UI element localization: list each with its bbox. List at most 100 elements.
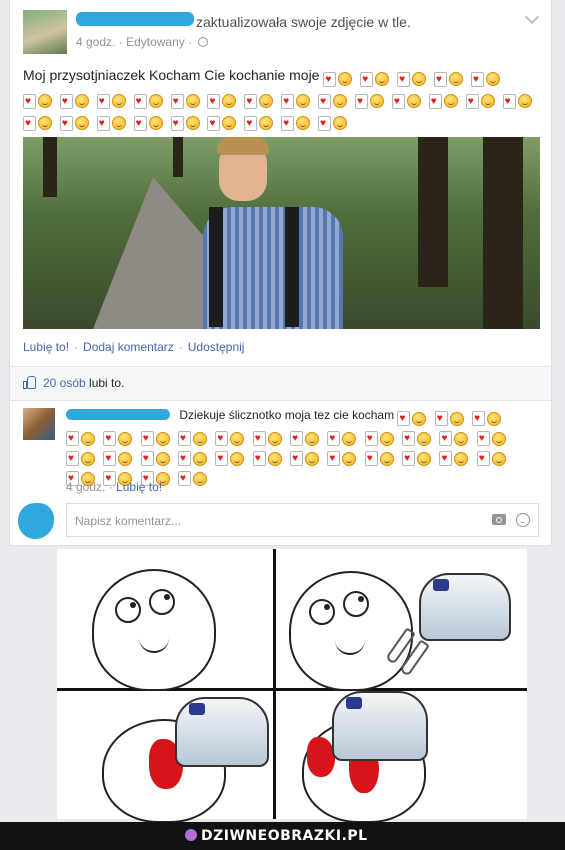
smile-emoticon [193,431,208,446]
smile-emoticon [155,431,170,446]
comment-input[interactable] [73,505,457,537]
smile-emoticon [379,431,394,446]
smile-emoticon [305,451,320,466]
site-brand[interactable]: DZIWNEOBRAZKI.PL [185,828,368,844]
smile-emoticon [417,431,432,446]
photo-tree [43,137,57,197]
heart-smile-emoticon [215,430,245,447]
redacted-author-name [76,12,194,26]
author-avatar[interactable] [23,10,67,54]
emoji-icon[interactable] [516,513,530,527]
heart-emoticon [96,115,110,131]
heart-emoticon [364,451,378,467]
heart-smile-emoticon [476,450,506,467]
smile-emoticon [38,94,52,109]
heart-smile-emoticon [252,450,282,467]
cover-photo[interactable] [23,137,540,329]
heart-emoticon [281,115,295,131]
smile-emoticon [417,451,432,466]
heart-smile-emoticon [178,430,208,447]
heart-smile-emoticon [364,450,394,467]
heart-smile-emoticon [397,410,427,427]
like-link[interactable]: Lubię to! [23,340,69,354]
post-actions: Lubię to! · Dodaj komentarz · Udostępnij [23,340,244,354]
share-link[interactable]: Udostępnij [188,340,245,354]
heart-emoticon [502,93,516,109]
heart-emoticon [133,93,147,109]
comment-like-link[interactable]: Lubię to! [116,480,162,494]
comment-time[interactable]: 4 godz. [66,480,105,494]
smile-emoticon [375,72,390,87]
heart-smile-emoticon [23,91,52,110]
edited-label[interactable]: Edytowany [126,35,185,49]
heart-emoticon [476,451,490,467]
heart-smile-emoticon [397,69,427,88]
heart-smile-emoticon [281,91,311,110]
heart-smile-emoticon [66,450,95,467]
heart-smile-emoticon [252,430,282,447]
heart-smile-emoticon [364,430,394,447]
smile-emoticon [148,94,163,109]
meta-separator: · [188,35,193,49]
post-status: Moj przysotjniaczek Kocham Cie kochanie … [23,66,538,132]
smile-emoticon [267,451,282,466]
heart-emoticon [244,115,258,131]
heart-smile-emoticon [207,113,237,132]
smile-emoticon [412,411,427,426]
likes-count-link[interactable]: 20 osób [43,376,86,390]
camera-icon[interactable] [492,514,506,525]
meta-separator: · [118,35,123,49]
photo-backpack-strap [285,207,299,327]
brand-logo-icon [185,829,197,841]
comment-composer[interactable] [66,503,539,537]
heart-emoticon [178,451,192,467]
heart-emoticon [360,71,374,87]
smile-emoticon [259,94,274,109]
heart-smile-emoticon [402,450,432,467]
heart-smile-emoticon [140,450,170,467]
photo-backpack-strap [209,207,223,327]
smile-emoticon [338,72,353,87]
heart-smile-emoticon [103,430,133,447]
thumbs-up-icon [23,376,37,389]
comment-text: Dziekuje ślicznotko moja tez cie kocham [179,408,395,422]
heart-smile-emoticon [96,113,126,132]
heart-emoticon [434,411,448,427]
heart-smile-emoticon [140,430,170,447]
add-comment-link[interactable]: Dodaj komentarz [83,340,174,354]
heart-emoticon [290,431,304,447]
heart-emoticon [140,451,154,467]
heart-emoticon [207,93,221,109]
heart-emoticon [215,431,229,447]
heart-smile-emoticon [476,430,506,447]
heart-smile-emoticon [178,470,208,487]
heart-emoticon [402,451,416,467]
heart-smile-emoticon [244,113,274,132]
heart-emoticon [244,93,258,109]
smile-emoticon [118,431,133,446]
commenter-avatar[interactable] [23,408,55,440]
smile-emoticon [480,94,495,109]
site-footer: DZIWNEOBRAZKI.PL [0,822,565,850]
smile-emoticon [230,431,245,446]
smile-emoticon [449,72,464,87]
chevron-down-icon[interactable] [524,9,540,25]
heart-emoticon [103,451,117,467]
smile-emoticon [74,94,89,109]
post-time[interactable]: 4 godz. [76,35,115,49]
heart-emoticon [170,93,184,109]
smile-emoticon [155,451,170,466]
heart-smile-emoticon [170,113,200,132]
heart-emoticon [364,431,378,447]
smile-emoticon [193,451,208,466]
heart-smile-emoticon [96,91,126,110]
heart-emoticon [215,451,229,467]
heart-emoticon [323,71,337,87]
likes-bar: 20 osób lubi to. [10,366,551,401]
smile-emoticon [454,431,469,446]
heart-smile-emoticon [402,430,432,447]
globe-icon[interactable] [198,37,209,47]
heart-emoticon [59,115,73,131]
heart-emoticon [170,115,184,131]
post-header-action: zaktualizowała swoje zdjęcie w tle. [196,14,411,30]
